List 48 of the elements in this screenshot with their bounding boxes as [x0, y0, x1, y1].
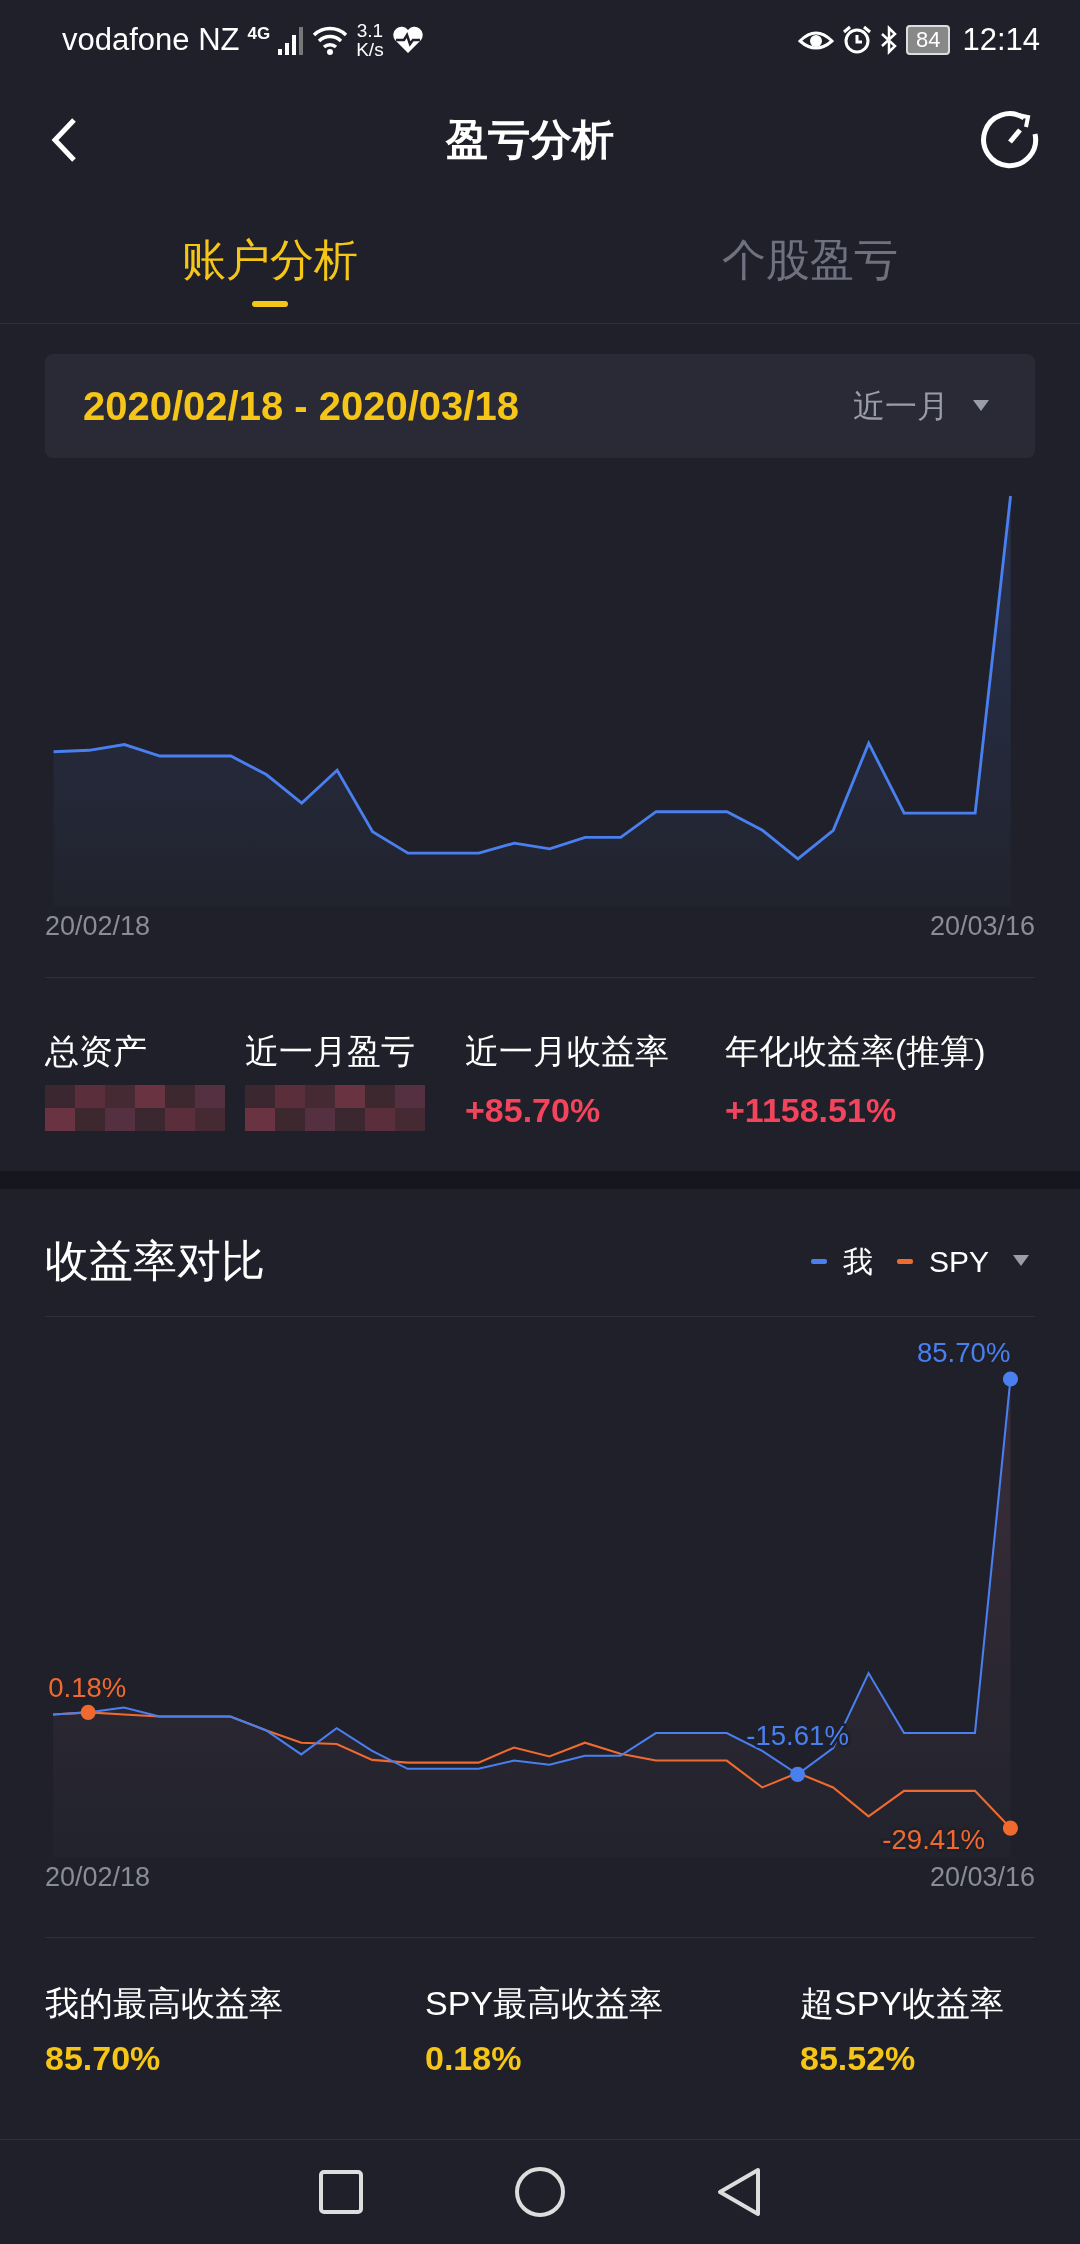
- axis-label: 20/03/16: [929, 1860, 1035, 1894]
- alarm-clock-icon: [841, 25, 872, 55]
- stat-label: 年化收益率(推算): [725, 1030, 987, 1072]
- legend-dropdown[interactable]: 我 SPY: [804, 1237, 1035, 1285]
- stat-label: 总资产: [45, 1030, 148, 1072]
- signal-icon: [278, 25, 305, 55]
- clock: 12:14: [962, 20, 1040, 59]
- stat-label: 近一月盈亏: [245, 1030, 416, 1072]
- home-icon: [514, 2166, 566, 2218]
- axis-label: 20/02/18: [45, 910, 151, 943]
- bluetooth-icon: [879, 25, 898, 55]
- speed-unit: K/s: [356, 40, 384, 59]
- stat-value: 85.70%: [45, 2038, 162, 2079]
- caret-icon: [973, 400, 989, 412]
- axis-label: 20/02/18: [45, 1860, 151, 1894]
- battery-indicator: 84: [905, 25, 951, 55]
- data-point: [1002, 1820, 1018, 1836]
- network-speed: 3.1: [356, 21, 384, 40]
- data-point: [80, 1704, 96, 1720]
- recent-apps-icon: [318, 2169, 364, 2215]
- legend-label: SPY: [928, 1243, 989, 1280]
- network-type: 4G: [247, 22, 271, 45]
- page-title: 盈亏分析: [446, 114, 614, 165]
- heart-icon: [391, 26, 424, 54]
- legend-label: 我: [842, 1243, 873, 1280]
- stat-label: 近一月收益率: [465, 1030, 670, 1072]
- date-range: 2020/02/18 - 2020/03/18: [83, 383, 519, 430]
- point-label: 0.18%: [48, 1671, 127, 1703]
- stat-label: 我的最高收益率: [45, 1983, 284, 2024]
- stat-value: 0.18%: [425, 2038, 523, 2079]
- caret-icon: [1013, 1255, 1029, 1267]
- axis-label: 20/03/16: [929, 910, 1035, 943]
- point-label: -29.41%: [882, 1823, 985, 1855]
- section-title: 收益率对比: [45, 1235, 265, 1287]
- stat-value: 85.52%: [800, 2038, 917, 2079]
- point-label: 85.70%: [917, 1336, 1011, 1368]
- carrier-name: vodafone NZ: [62, 20, 240, 59]
- stat-value: +85.70%: [465, 1089, 602, 1131]
- stat-value: +1158.51%: [725, 1089, 898, 1131]
- stat-label: SPY最高收益率: [425, 1983, 665, 2024]
- wifi-icon: [312, 25, 349, 55]
- data-point: [1002, 1370, 1018, 1387]
- data-point: [790, 1766, 806, 1782]
- period-dropdown[interactable]: 近一月: [847, 381, 995, 431]
- back-icon: [716, 2167, 762, 2217]
- tab[interactable]: 账户分析: [0, 227, 540, 323]
- refresh-icon: [980, 110, 1040, 170]
- stat-label: 超SPY收益率: [800, 1983, 1005, 2024]
